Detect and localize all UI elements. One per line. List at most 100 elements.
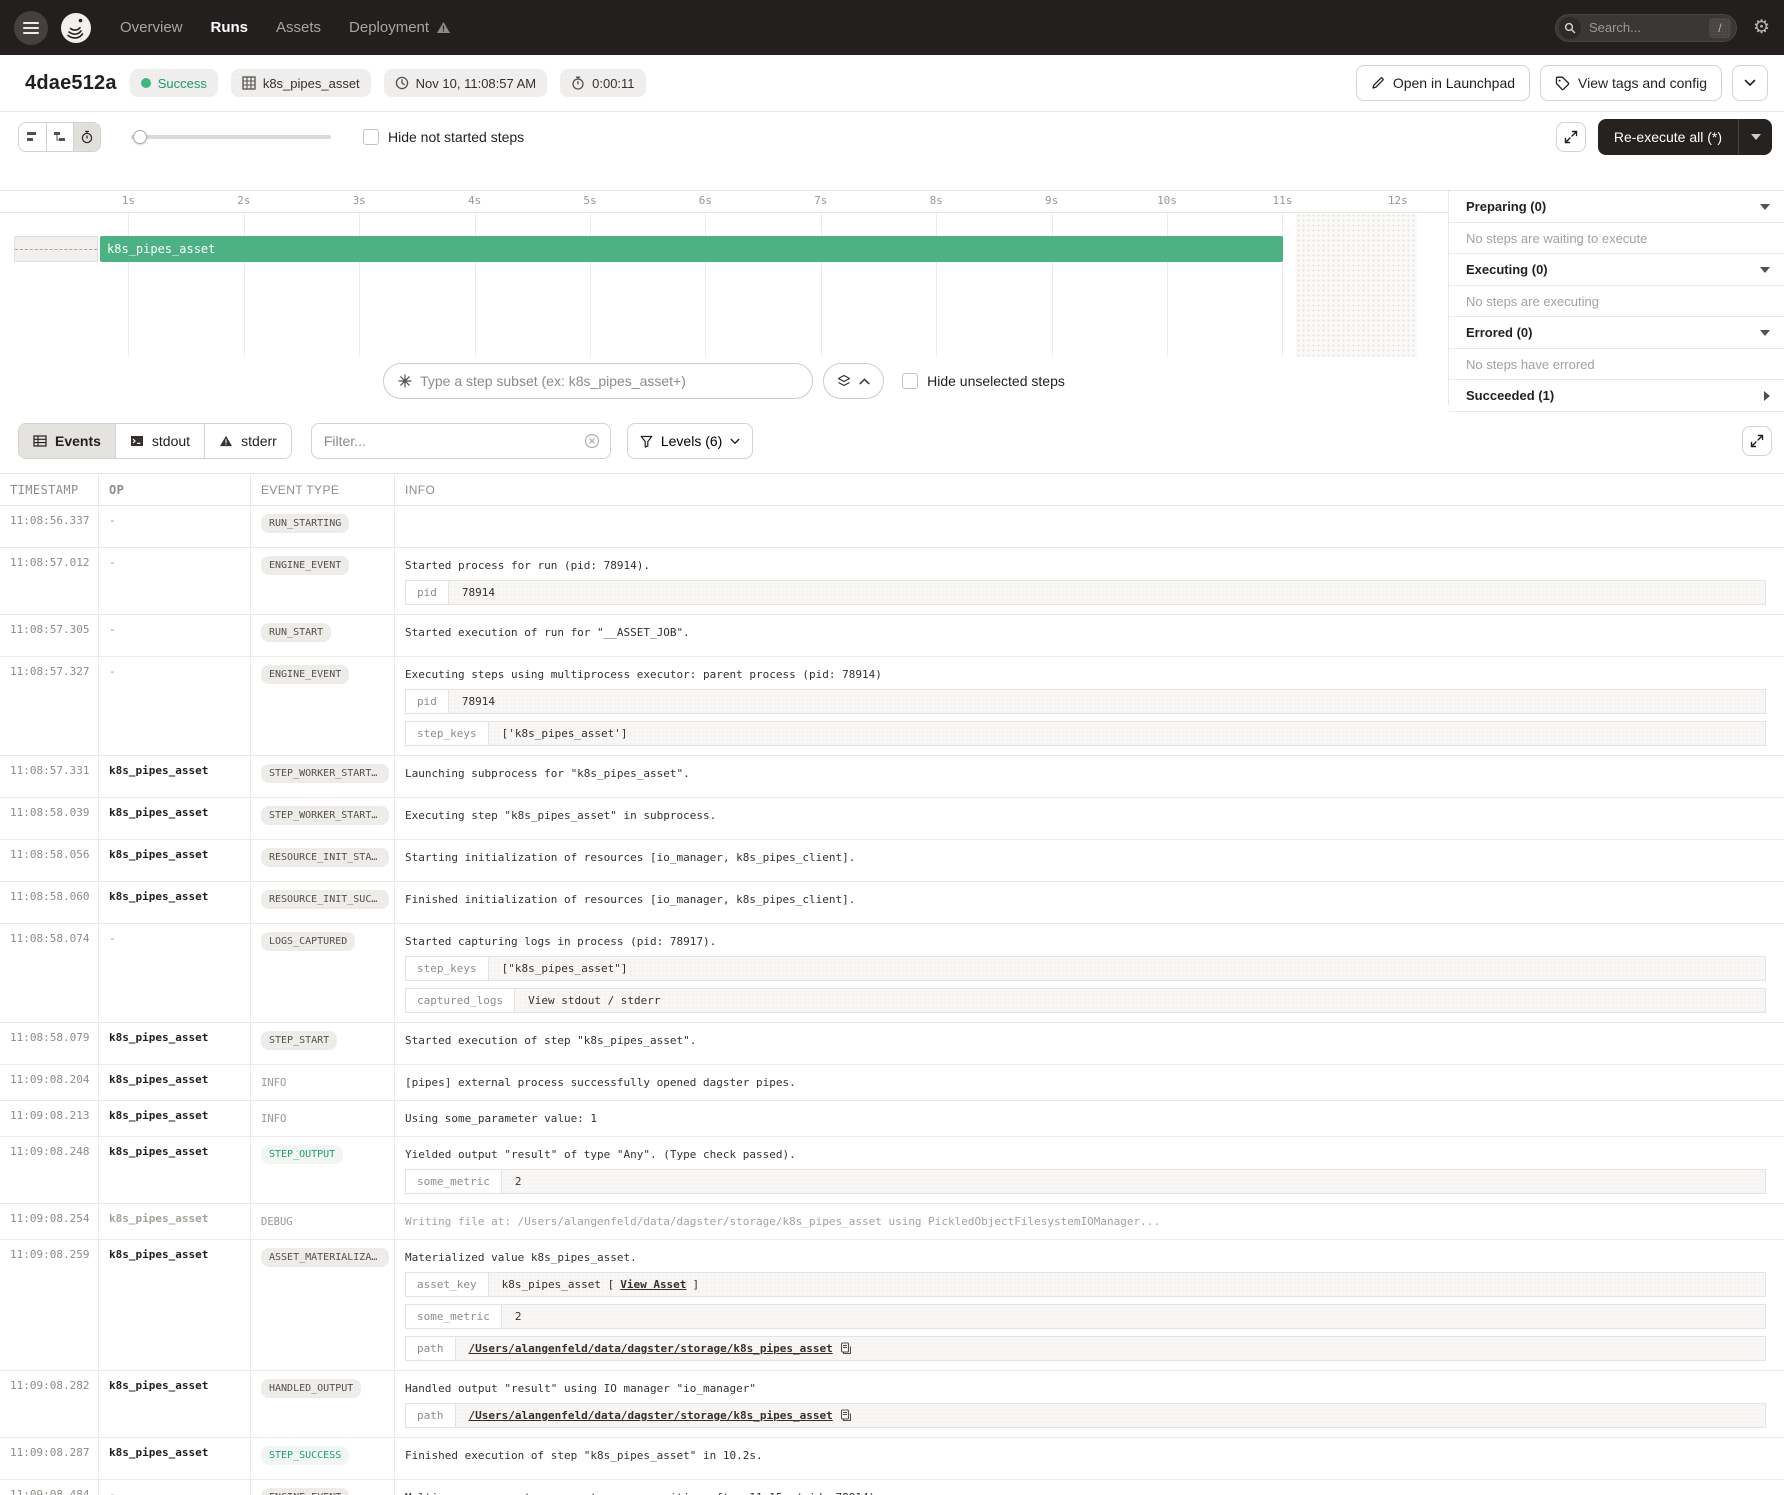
log-row[interactable]: 11:08:57.305-RUN_STARTStarted execution … — [0, 615, 1784, 657]
view-tags-config-button[interactable]: View tags and config — [1540, 65, 1722, 101]
status-panel-header[interactable]: Succeeded (1) — [1449, 380, 1784, 412]
log-info: [pipes] external process successfully op… — [395, 1065, 1784, 1100]
events-fullscreen-button[interactable] — [1742, 426, 1772, 456]
hamburger-menu-button[interactable] — [14, 11, 48, 45]
copy-icon[interactable] — [839, 1342, 851, 1355]
job-name-pill[interactable]: k8s_pipes_asset — [231, 69, 371, 97]
log-op: k8s_pipes_asset — [99, 1137, 251, 1203]
metadata-text: 2 — [515, 1175, 522, 1188]
search-input[interactable]: Search... / — [1555, 14, 1737, 42]
log-info-text: Finished initialization of resources [io… — [405, 890, 1766, 907]
checkbox-box[interactable] — [902, 373, 918, 389]
metadata-link[interactable]: View Asset — [620, 1278, 686, 1291]
step-subset-bar: Type a step subset (ex: k8s_pipes_asset+… — [0, 357, 1448, 405]
nav-item-assets[interactable]: Assets — [276, 19, 321, 36]
timeline-tick: 11s — [1272, 194, 1292, 207]
nav-item-runs[interactable]: Runs — [211, 19, 249, 36]
nav-item-overview[interactable]: Overview — [120, 19, 183, 36]
status-panel-header[interactable]: Errored (0) — [1449, 317, 1784, 349]
checkbox-box[interactable] — [363, 129, 379, 145]
slider-thumb[interactable] — [133, 130, 147, 144]
log-row[interactable]: 11:09:08.259k8s_pipes_assetASSET_MATERIA… — [0, 1240, 1784, 1371]
log-op: k8s_pipes_asset — [99, 798, 251, 839]
gear-icon[interactable]: ⚙ — [1753, 18, 1770, 37]
log-event-type: STEP_START — [251, 1023, 395, 1064]
timeline-tick: 7s — [814, 194, 827, 207]
tab-stderr[interactable]: stderr — [204, 424, 291, 458]
log-row[interactable]: 11:08:58.039k8s_pipes_assetSTEP_WORKER_S… — [0, 798, 1784, 840]
log-timestamp: 11:08:57.331 — [0, 756, 99, 797]
metadata-key: asset_key — [406, 1273, 489, 1296]
log-row[interactable]: 11:08:57.327-ENGINE_EVENTExecuting steps… — [0, 657, 1784, 756]
log-row[interactable]: 11:08:58.056k8s_pipes_assetRESOURCE_INIT… — [0, 840, 1784, 882]
step-subset-input[interactable]: Type a step subset (ex: k8s_pipes_asset+… — [383, 363, 813, 399]
log-info-text: Multiprocess executor: parent process ex… — [405, 1488, 1766, 1495]
log-filter-input[interactable]: Filter... — [311, 423, 611, 459]
gantt-zoom-slider[interactable] — [131, 130, 331, 144]
copy-icon[interactable] — [839, 1409, 851, 1422]
tab-events[interactable]: Events — [19, 424, 115, 458]
metadata-link[interactable]: /Users/alangenfeld/data/dagster/storage/… — [469, 1342, 833, 1355]
status-panel-header[interactable]: Executing (0) — [1449, 254, 1784, 286]
log-row[interactable]: 11:08:57.012-ENGINE_EVENTStarted process… — [0, 548, 1784, 615]
log-row[interactable]: 11:09:08.287k8s_pipes_assetSTEP_SUCCESSF… — [0, 1438, 1784, 1480]
hide-unselected-checkbox[interactable]: Hide unselected steps — [902, 373, 1065, 389]
log-info-text: Executing step "k8s_pipes_asset" in subp… — [405, 806, 1766, 823]
slider-track — [131, 135, 331, 139]
chevron-up-icon — [859, 378, 870, 385]
log-row[interactable]: 11:08:57.331k8s_pipes_assetSTEP_WORKER_S… — [0, 756, 1784, 798]
log-op: k8s_pipes_asset — [99, 1371, 251, 1437]
log-row[interactable]: 11:08:58.060k8s_pipes_assetRESOURCE_INIT… — [0, 882, 1784, 924]
reexecute-all-button[interactable]: Re-execute all (*) — [1598, 119, 1738, 155]
log-op: - — [99, 924, 251, 1022]
graph-query-toggle-button[interactable] — [823, 363, 884, 399]
gantt-step-bar[interactable]: k8s_pipes_asset — [100, 236, 1283, 262]
metadata-value: 78914 — [449, 581, 1765, 604]
gantt-fullscreen-button[interactable] — [1556, 122, 1586, 152]
log-row[interactable]: 11:09:08.204k8s_pipes_assetINFO[pipes] e… — [0, 1065, 1784, 1101]
view-waterfall-button[interactable] — [46, 123, 73, 151]
event-type-badge: ENGINE_EVENT — [261, 556, 349, 575]
log-row[interactable]: 11:09:08.248k8s_pipes_assetSTEP_OUTPUTYi… — [0, 1137, 1784, 1204]
log-info: Finished execution of step "k8s_pipes_as… — [395, 1438, 1784, 1479]
more-actions-button[interactable] — [1732, 65, 1768, 101]
hide-not-started-checkbox[interactable]: Hide not started steps — [363, 129, 524, 145]
column-header-op: OP — [99, 474, 251, 505]
gantt-gridline — [705, 213, 706, 357]
log-row[interactable]: 11:08:56.337-RUN_STARTING — [0, 506, 1784, 548]
status-panel-header[interactable]: Preparing (0) — [1449, 191, 1784, 223]
log-info-text: Finished execution of step "k8s_pipes_as… — [405, 1446, 1766, 1463]
log-row[interactable]: 11:08:58.079k8s_pipes_assetSTEP_STARTSta… — [0, 1023, 1784, 1065]
log-event-type: LOGS_CAPTURED — [251, 924, 395, 1022]
terminal-icon — [130, 435, 144, 447]
levels-filter-button[interactable]: Levels (6) — [627, 423, 753, 459]
log-info: Handled output "result" using IO manager… — [395, 1371, 1784, 1437]
log-event-type: ASSET_MATERIALIZAT… — [251, 1240, 395, 1370]
event-type-label: INFO — [261, 1110, 286, 1125]
gantt-gridline — [1167, 213, 1168, 357]
event-type-badge: STEP_OUTPUT — [261, 1145, 343, 1164]
metadata-text: 78914 — [462, 695, 495, 708]
dagster-logo[interactable] — [58, 10, 94, 46]
reexecute-dropdown-button[interactable] — [1738, 119, 1772, 155]
chevron-down-icon — [1751, 134, 1761, 140]
nav-item-deployment[interactable]: Deployment — [349, 19, 451, 36]
clear-filter-icon[interactable] — [584, 433, 600, 449]
log-row[interactable]: 11:08:58.074-LOGS_CAPTUREDStarted captur… — [0, 924, 1784, 1023]
log-event-type: INFO — [251, 1065, 395, 1100]
log-row[interactable]: 11:09:08.282k8s_pipes_assetHANDLED_OUTPU… — [0, 1371, 1784, 1438]
metadata-link[interactable]: /Users/alangenfeld/data/dagster/storage/… — [469, 1409, 833, 1422]
waterfall-view-icon — [53, 131, 67, 143]
view-flat-button[interactable] — [19, 123, 46, 151]
log-info: Launching subprocess for "k8s_pipes_asse… — [395, 756, 1784, 797]
log-row[interactable]: 11:09:08.484-ENGINE_EVENTMultiprocess ex… — [0, 1480, 1784, 1495]
log-event-type: INFO — [251, 1101, 395, 1136]
view-timed-button[interactable] — [73, 123, 100, 151]
tab-stdout[interactable]: stdout — [115, 424, 204, 458]
metadata-key: step_keys — [406, 957, 489, 980]
log-row[interactable]: 11:09:08.213k8s_pipes_assetINFOUsing som… — [0, 1101, 1784, 1137]
nav-item-label: Runs — [211, 19, 249, 36]
open-in-launchpad-button[interactable]: Open in Launchpad — [1356, 65, 1530, 101]
log-row[interactable]: 11:09:08.254k8s_pipes_assetDEBUGWriting … — [0, 1204, 1784, 1240]
dagster-run-page: Overview Runs Assets Deployment Search... /… — [0, 0, 1784, 1495]
